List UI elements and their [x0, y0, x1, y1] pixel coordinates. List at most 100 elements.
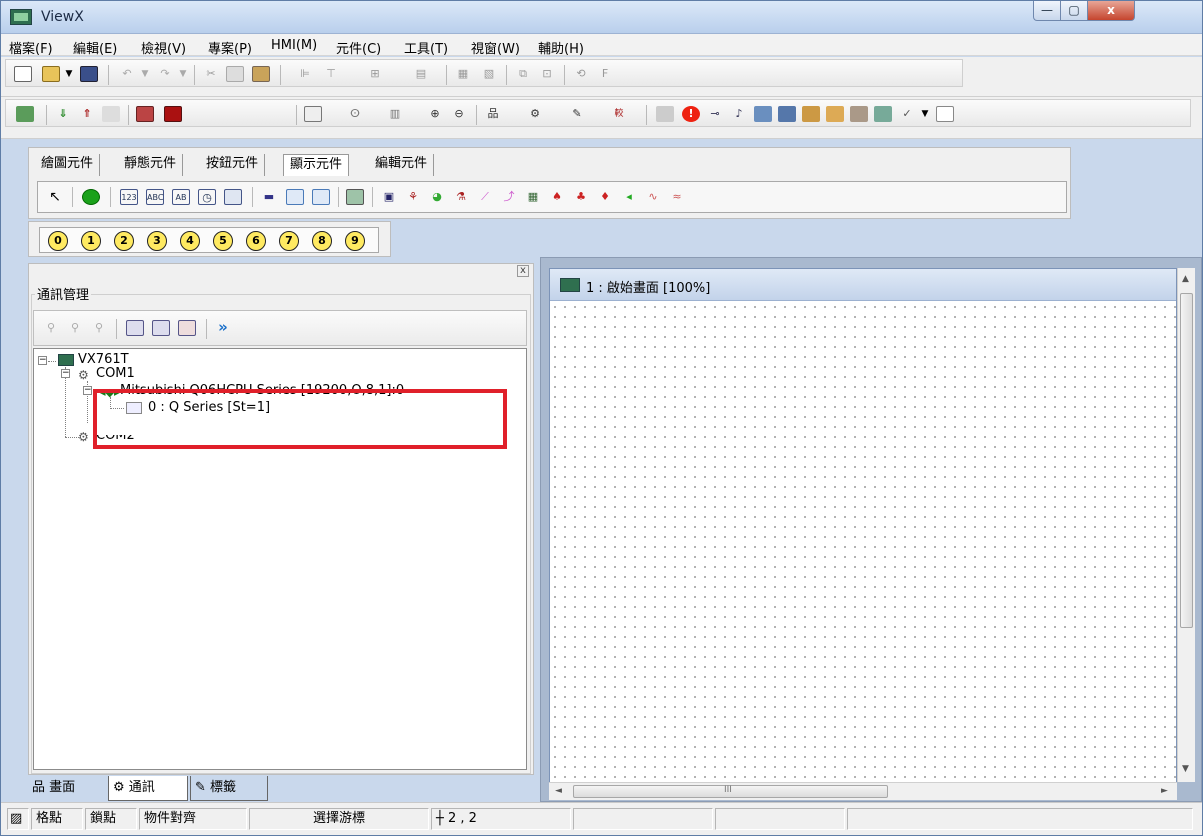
- tab-edit-components[interactable]: 編輯元件: [369, 154, 435, 176]
- number-4-icon[interactable]: 4: [180, 231, 200, 251]
- scroll-up-arrow-icon[interactable]: ▲: [1182, 274, 1189, 284]
- menu-project[interactable]: 專案(P): [208, 38, 252, 57]
- tree-node-com1[interactable]: COM1: [96, 366, 135, 381]
- number-5-icon[interactable]: 5: [213, 231, 233, 251]
- message-display-icon[interactable]: AB: [172, 189, 190, 205]
- edit-device-icon[interactable]: ⚲: [66, 320, 84, 336]
- tab-tags[interactable]: ✎ 標籤: [190, 776, 268, 801]
- schedule-icon[interactable]: [826, 106, 844, 122]
- wand-dropdown-icon[interactable]: ▼: [920, 106, 930, 122]
- add-device-icon[interactable]: ⚲: [42, 320, 60, 336]
- meter-icon[interactable]: [286, 189, 304, 205]
- pie-icon[interactable]: ◕: [428, 189, 446, 205]
- numeric-display-icon[interactable]: 123: [120, 189, 138, 205]
- tab-communication[interactable]: ⚙ 通訊: [108, 776, 188, 801]
- title-bar[interactable]: ViewX — ▢ x: [1, 1, 1202, 34]
- zoom-out-icon[interactable]: ⊖: [450, 106, 468, 122]
- event-icon[interactable]: ◂: [620, 189, 638, 205]
- open-folder-icon[interactable]: [42, 66, 60, 82]
- bar-graph-icon[interactable]: ▬: [260, 189, 278, 205]
- align-top-icon[interactable]: ⊤: [322, 66, 340, 82]
- expander-root[interactable]: −: [38, 356, 47, 365]
- pointer-icon[interactable]: ↖: [46, 189, 64, 205]
- redo-icon[interactable]: ↷: [156, 66, 174, 82]
- simulate-icon[interactable]: [102, 106, 120, 122]
- download-icon[interactable]: ⇓: [54, 106, 72, 122]
- horizontal-scroll-thumb[interactable]: III: [573, 785, 888, 798]
- lamp-indicator-icon[interactable]: [82, 189, 100, 205]
- number-2-icon[interactable]: 2: [114, 231, 134, 251]
- vertical-scrollbar[interactable]: ▲ ▼: [1177, 268, 1195, 782]
- tag-manager-icon[interactable]: ✎: [568, 106, 586, 122]
- sound-icon[interactable]: ♪: [730, 106, 748, 122]
- scroll-left-arrow-icon[interactable]: ◄: [555, 786, 562, 796]
- status-grid[interactable]: 格點: [31, 808, 83, 830]
- date-display-icon[interactable]: [224, 189, 242, 205]
- number-7-icon[interactable]: 7: [279, 231, 299, 251]
- expander-com1[interactable]: −: [61, 369, 70, 378]
- flip-icon[interactable]: ⟲: [572, 66, 590, 82]
- group-icon[interactable]: ▦: [454, 66, 472, 82]
- text-library-icon[interactable]: 較: [610, 106, 628, 122]
- save-icon[interactable]: [80, 66, 98, 82]
- alarm-icon[interactable]: !: [682, 106, 700, 122]
- expander-plc[interactable]: −: [83, 386, 92, 395]
- lamp-tool-icon[interactable]: ⵙ: [346, 106, 364, 122]
- ungroup-icon[interactable]: ▧: [480, 66, 498, 82]
- menu-window[interactable]: 視窗(W): [471, 38, 520, 57]
- tank-icon[interactable]: [312, 189, 330, 205]
- key-icon[interactable]: ⊸: [706, 106, 724, 122]
- network-icon[interactable]: [778, 106, 796, 122]
- screen-manager-icon[interactable]: 品: [484, 106, 502, 122]
- close-button[interactable]: x: [1087, 1, 1135, 21]
- wave-icon[interactable]: ∿: [644, 189, 662, 205]
- remove-device-icon[interactable]: ⚲: [90, 320, 108, 336]
- horizontal-scrollbar[interactable]: ◄ III ►: [549, 782, 1177, 800]
- align-left-icon[interactable]: ⊫: [296, 66, 314, 82]
- number-3-icon[interactable]: 3: [147, 231, 167, 251]
- undo-dropdown-icon[interactable]: ▼: [140, 66, 150, 82]
- panel-close-button[interactable]: x: [517, 265, 529, 277]
- menu-hmi[interactable]: HMI(M): [271, 38, 317, 53]
- status-align[interactable]: 物件對齊: [139, 808, 247, 830]
- undo-icon[interactable]: ↶: [118, 66, 136, 82]
- remove-station-icon[interactable]: [178, 320, 196, 336]
- same-size-icon[interactable]: ⧉: [514, 66, 532, 82]
- font-icon[interactable]: F: [596, 66, 614, 82]
- data-log-icon[interactable]: [754, 106, 772, 122]
- alarm-display-icon[interactable]: ♠: [548, 189, 566, 205]
- layout-tool-icon[interactable]: ▥: [386, 106, 404, 122]
- recipe-icon[interactable]: [656, 106, 674, 122]
- trend-icon[interactable]: ⚘: [404, 189, 422, 205]
- history-table-icon[interactable]: ▦: [524, 189, 542, 205]
- tab-display-components[interactable]: 顯示元件: [283, 154, 350, 176]
- menu-component[interactable]: 元件(C): [336, 38, 381, 57]
- scroll-right-arrow-icon[interactable]: ►: [1161, 786, 1168, 796]
- picture-icon[interactable]: [346, 189, 364, 205]
- monitor-icon[interactable]: [874, 106, 892, 122]
- wave-xy-icon[interactable]: ≈: [668, 189, 686, 205]
- number-9-icon[interactable]: 9: [345, 231, 365, 251]
- table-icon[interactable]: [936, 106, 954, 122]
- tab-screens[interactable]: 品 畫面: [28, 776, 106, 801]
- rectangle-tool-icon[interactable]: [304, 106, 322, 122]
- tab-button-components[interactable]: 按鈕元件: [200, 154, 266, 176]
- menu-file[interactable]: 檔案(F): [9, 38, 53, 57]
- order-icon[interactable]: ▤: [412, 66, 430, 82]
- upload-icon[interactable]: ⇑: [78, 106, 96, 122]
- distribute-icon[interactable]: ⊞: [366, 66, 384, 82]
- compile-icon[interactable]: [16, 106, 34, 122]
- menu-view[interactable]: 檢視(V): [141, 38, 186, 57]
- new-file-icon[interactable]: [14, 66, 32, 82]
- copy-icon[interactable]: [226, 66, 244, 82]
- animation-icon[interactable]: ▣: [380, 189, 398, 205]
- menu-help[interactable]: 輔助(H): [538, 38, 584, 57]
- number-6-icon[interactable]: 6: [246, 231, 266, 251]
- line-chart-icon[interactable]: ⟋: [476, 189, 494, 205]
- printer-icon[interactable]: [850, 106, 868, 122]
- paste-icon[interactable]: [252, 66, 270, 82]
- tab-drawing-components[interactable]: 繪圖元件: [35, 154, 101, 176]
- xy-plot-icon[interactable]: ⚗: [452, 189, 470, 205]
- redo-dropdown-icon[interactable]: ▼: [178, 66, 188, 82]
- open-dropdown-icon[interactable]: ▼: [64, 66, 74, 82]
